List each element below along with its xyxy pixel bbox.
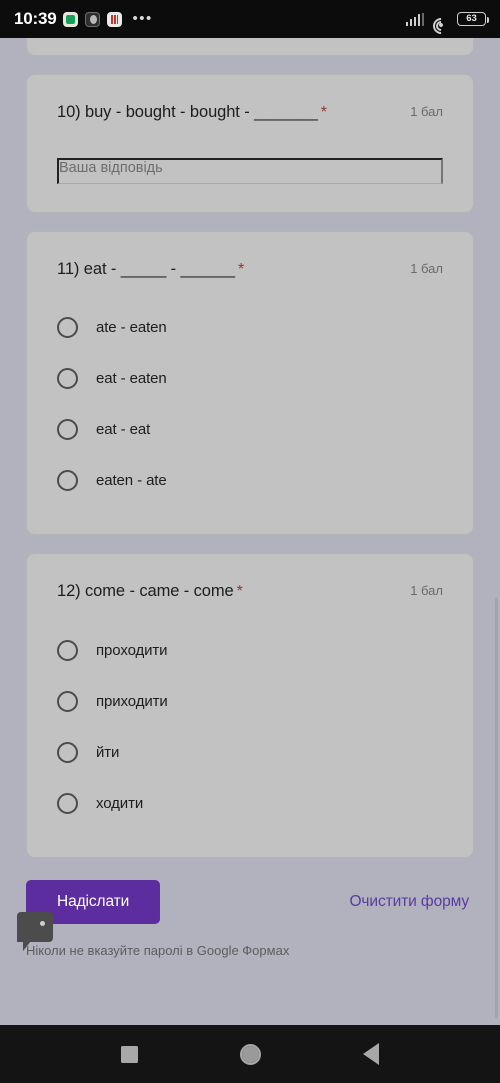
required-asterisk: *	[238, 260, 245, 278]
radio-option[interactable]: eat - eat	[57, 404, 443, 455]
radio-circle-icon[interactable]	[57, 639, 78, 661]
question-card-partial	[26, 38, 474, 56]
green-app-icon	[63, 11, 79, 27]
battery-icon: 63	[457, 12, 489, 26]
radio-circle-icon[interactable]	[57, 690, 78, 712]
options-group: ate - eaten eat - eaten eat - eat eaten …	[57, 302, 443, 506]
required-asterisk: *	[320, 104, 327, 121]
back-triangle-icon[interactable]	[363, 1043, 379, 1065]
radio-option-label: eat - eaten	[96, 370, 167, 388]
radio-option[interactable]: ate - eaten	[57, 302, 443, 353]
form-scroll-area[interactable]: 10) buy - bought - bought - _______ * 1 б…	[0, 38, 500, 1025]
form-actions: Надіслати Очистити форму	[17, 876, 474, 951]
radio-option-label: приходити	[96, 692, 168, 710]
notification-overflow-icon: •••	[132, 10, 153, 27]
radio-option[interactable]: ходити	[57, 778, 443, 829]
question-text: 10) buy - bought - bought - _______	[57, 103, 318, 121]
radio-circle-icon[interactable]	[57, 419, 78, 441]
radio-option-label: ate - eaten	[96, 319, 167, 337]
radio-option[interactable]: приходити	[57, 676, 443, 727]
question-title: 10) buy - bought - bought - _______ *	[57, 101, 400, 124]
required-asterisk: *	[236, 583, 243, 601]
radio-circle-icon[interactable]	[57, 792, 78, 814]
vertical-scrollbar[interactable]	[495, 598, 498, 1018]
question-title: 11) eat - _____ - ______ *	[57, 258, 400, 281]
feedback-bubble-icon[interactable]	[17, 911, 53, 951]
chart-app-icon	[107, 11, 123, 27]
password-warning-note: Ніколи не вказуйте паролі в Google Форма…	[26, 942, 290, 958]
status-bar-right: 63	[405, 12, 489, 37]
question-text: 12) come - came - come	[57, 582, 234, 601]
dark-circle-app-icon	[85, 11, 101, 27]
android-navigation-bar	[0, 1025, 500, 1083]
radio-option-label: проходити	[96, 641, 168, 659]
status-bar-left: 10:39 •••	[14, 9, 406, 29]
radio-circle-icon[interactable]	[57, 741, 78, 763]
question-points: 1 бал	[410, 260, 443, 276]
cellular-signal-icon	[405, 12, 424, 26]
battery-percent-label: 63	[466, 13, 477, 25]
radio-option[interactable]: eat - eaten	[57, 353, 443, 404]
radio-option[interactable]: проходити	[57, 625, 443, 676]
question-header: 10) buy - bought - bought - _______ * 1 б…	[57, 101, 443, 124]
question-title: 12) come - came - come *	[57, 580, 400, 603]
short-answer-input[interactable]	[57, 157, 443, 184]
options-group: проходити приходити йти ходити	[57, 625, 443, 829]
radio-option-label: ходити	[96, 794, 144, 812]
status-bar: 10:39 ••• 63	[0, 0, 500, 38]
radio-option[interactable]: eaten - ate	[57, 455, 443, 506]
home-circle-icon[interactable]	[240, 1043, 261, 1065]
wifi-icon	[429, 13, 452, 37]
question-header: 11) eat - _____ - ______ * 1 бал	[57, 258, 443, 281]
question-points: 1 бал	[410, 104, 443, 119]
radio-option-label: йти	[96, 743, 120, 761]
question-header: 12) come - came - come * 1 бал	[57, 580, 443, 603]
recents-square-icon[interactable]	[121, 1045, 138, 1063]
status-bar-clock: 10:39	[14, 9, 57, 28]
question-card-11: 11) eat - _____ - ______ * 1 бал ate - ea…	[26, 230, 474, 536]
question-text: 11) eat - _____ - ______	[57, 259, 236, 278]
radio-option[interactable]: йти	[57, 727, 443, 778]
radio-option-label: eaten - ate	[96, 472, 167, 490]
phone-screen: 10:39 ••• 63 10) buy - bought - bought -…	[0, 0, 500, 1083]
question-card-12: 12) come - came - come * 1 бал проходити …	[26, 553, 474, 858]
radio-circle-icon[interactable]	[57, 470, 78, 492]
radio-circle-icon[interactable]	[57, 368, 78, 390]
radio-circle-icon[interactable]	[57, 317, 78, 339]
question-points: 1 бал	[410, 583, 443, 599]
radio-option-label: eat - eat	[96, 421, 151, 439]
clear-form-link[interactable]: Очистити форму	[349, 893, 474, 911]
question-card-10: 10) buy - bought - bought - _______ * 1 б…	[26, 74, 474, 213]
